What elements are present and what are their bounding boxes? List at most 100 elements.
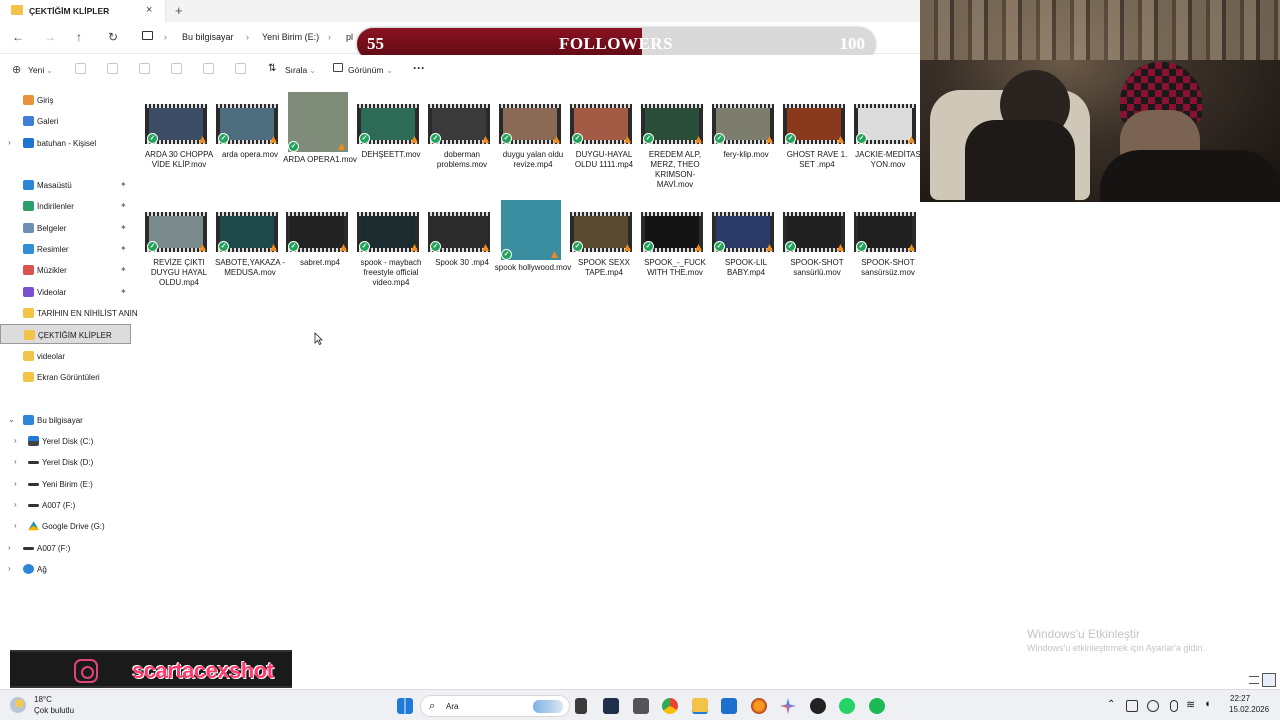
person-left-body: [965, 120, 1075, 202]
film-strip: [145, 212, 207, 216]
chevron-down-icon[interactable]: ⌄: [8, 415, 15, 424]
wifi-icon[interactable]: ≋: [1186, 698, 1195, 711]
cut-icon[interactable]: [75, 63, 86, 74]
tab-active[interactable]: ÇEKTİĞİM KLİPLER ×: [0, 0, 166, 22]
sidebar-item[interactable]: › Yeni Birim (E:): [0, 474, 131, 494]
chevron-right-icon[interactable]: ›: [14, 479, 17, 488]
tray-icon[interactable]: [1126, 700, 1138, 712]
gemini-icon[interactable]: [780, 698, 796, 714]
sidebar-item[interactable]: İndirilenler ✦: [0, 196, 131, 216]
sync-status-icon: ✓: [856, 241, 867, 252]
sidebar-item[interactable]: Müzikler ✦: [0, 260, 131, 280]
taskbar-search[interactable]: ⌕ Ara: [420, 695, 570, 717]
sidebar-item[interactable]: › Yerel Disk (C:): [0, 431, 131, 451]
sync-status-icon: ✓: [714, 133, 725, 144]
weather-temperature[interactable]: 18°C: [34, 695, 52, 704]
browser-icon[interactable]: [751, 698, 767, 714]
clock-time[interactable]: 22:27: [1230, 694, 1250, 703]
sidebar-item[interactable]: › Yerel Disk (D:): [0, 452, 131, 472]
back-button[interactable]: ←: [12, 30, 24, 44]
taskbar: 18°C Çok bulutlu ⌕ Ara ⌃ ≋ ◖ 22:27 15.02…: [0, 689, 1280, 720]
chevron-right-icon[interactable]: ›: [14, 521, 17, 530]
sidebar-item[interactable]: videolar: [0, 346, 131, 366]
paste-icon[interactable]: [139, 63, 150, 74]
film-strip: [854, 212, 916, 216]
sidebar-item[interactable]: Belgeler ✦: [0, 218, 131, 238]
sort-button[interactable]: Sırala: [285, 65, 307, 75]
sidebar-item[interactable]: Videolar ✦: [0, 282, 131, 302]
weather-condition[interactable]: Çok bulutlu: [34, 706, 74, 715]
details-view-button[interactable]: [1249, 676, 1259, 684]
sync-status-icon: ✓: [643, 133, 654, 144]
sync-status-icon: ✓: [218, 133, 229, 144]
chevron-right-icon[interactable]: ›: [14, 436, 17, 445]
sidebar-item[interactable]: Resimler ✦: [0, 239, 131, 259]
close-tab-button[interactable]: ×: [146, 4, 152, 16]
chevron-right-icon[interactable]: ›: [14, 457, 17, 466]
task-view-icon[interactable]: [575, 698, 587, 714]
sync-status-icon: ✓: [785, 241, 796, 252]
start-button[interactable]: [397, 698, 413, 714]
new-tab-button[interactable]: +: [175, 3, 183, 18]
spotify-icon[interactable]: [869, 698, 885, 714]
sidebar-item[interactable]: ⌄ Bu bilgisayar: [0, 410, 131, 430]
sync-status-icon: ✓: [147, 241, 158, 252]
app-icon[interactable]: [603, 698, 619, 714]
chevron-right-icon[interactable]: ›: [8, 564, 11, 573]
sidebar-item[interactable]: › batuhan - Kişisel: [0, 133, 131, 153]
sidebar-item[interactable]: Masaüstü ✦: [0, 175, 131, 195]
copy-icon[interactable]: [107, 63, 118, 74]
film-strip: [854, 104, 916, 108]
sidebar-item[interactable]: Giriş: [0, 90, 131, 110]
rename-icon[interactable]: [171, 63, 182, 74]
sidebar-item[interactable]: Galeri: [0, 111, 131, 131]
chevron-right-icon[interactable]: ›: [14, 500, 17, 509]
weather-icon[interactable]: [10, 697, 26, 713]
delete-icon[interactable]: [235, 63, 246, 74]
new-button[interactable]: Yeni: [28, 65, 44, 75]
folder-icon: [11, 5, 23, 15]
sidebar-item[interactable]: › Google Drive (G:): [0, 516, 131, 536]
sidebar-item[interactable]: TARİHIN EN NİHİLİST ANIN: [0, 303, 138, 323]
chevron-down-icon: ⌄: [309, 65, 317, 75]
app-icon[interactable]: [633, 698, 649, 714]
sync-status-icon: ✓: [785, 133, 796, 144]
breadcrumb-item[interactable]: Yeni Birim (E:): [262, 32, 319, 42]
sidebar-item[interactable]: Ekran Görüntüleri: [0, 367, 131, 387]
film-strip: [499, 104, 561, 108]
refresh-button[interactable]: ↻: [108, 30, 118, 44]
chevron-right-icon[interactable]: ›: [8, 543, 11, 552]
sync-status-icon: ✓: [430, 241, 441, 252]
file-name: SPOOK_-_FUCK WITH THE.mov: [644, 258, 706, 277]
command-bar: ⊕ Yeni ⌄ ⇅ Sırala ⌄ Görünüm ⌄ ···: [0, 55, 920, 85]
tiles-view-button[interactable]: [1262, 673, 1276, 687]
chevron-right-icon[interactable]: ›: [8, 138, 11, 147]
breadcrumb-item[interactable]: pl: [346, 32, 353, 42]
sidebar-item[interactable]: › A007 (F:): [0, 538, 131, 558]
google-drive-icon: [28, 521, 39, 531]
clock-date[interactable]: 15.02.2026: [1229, 705, 1269, 714]
breadcrumb-item[interactable]: Bu bilgisayar: [182, 32, 234, 42]
app-icon[interactable]: [810, 698, 826, 714]
sidebar-item[interactable]: › A007 (F:): [0, 495, 131, 515]
forward-button[interactable]: →: [44, 30, 56, 44]
chevron-up-icon[interactable]: ⌃: [1107, 699, 1115, 710]
file-explorer-icon[interactable]: [692, 698, 708, 714]
view-button[interactable]: Görünüm: [348, 65, 383, 75]
sidebar-item-label: A007 (F:): [42, 500, 76, 510]
more-options-button[interactable]: ···: [413, 61, 425, 75]
up-button[interactable]: ↑: [76, 30, 82, 44]
share-icon[interactable]: [203, 63, 214, 74]
whatsapp-icon[interactable]: [839, 698, 855, 714]
volume-icon[interactable]: ◖: [1204, 698, 1211, 710]
sidebar-item[interactable]: › Ağ: [0, 559, 131, 579]
folder-icon: [23, 308, 34, 318]
chrome-icon[interactable]: [662, 698, 678, 714]
sidebar-item[interactable]: ÇEKTİĞİM KLİPLER: [0, 324, 131, 345]
film-strip: [428, 104, 490, 108]
onedrive-tray-icon[interactable]: [1147, 700, 1159, 712]
store-icon[interactable]: [721, 698, 737, 714]
followers-goal: 100: [839, 34, 866, 53]
microphone-icon[interactable]: [1170, 700, 1178, 712]
sidebar-item-label: Google Drive (G:): [42, 522, 105, 532]
